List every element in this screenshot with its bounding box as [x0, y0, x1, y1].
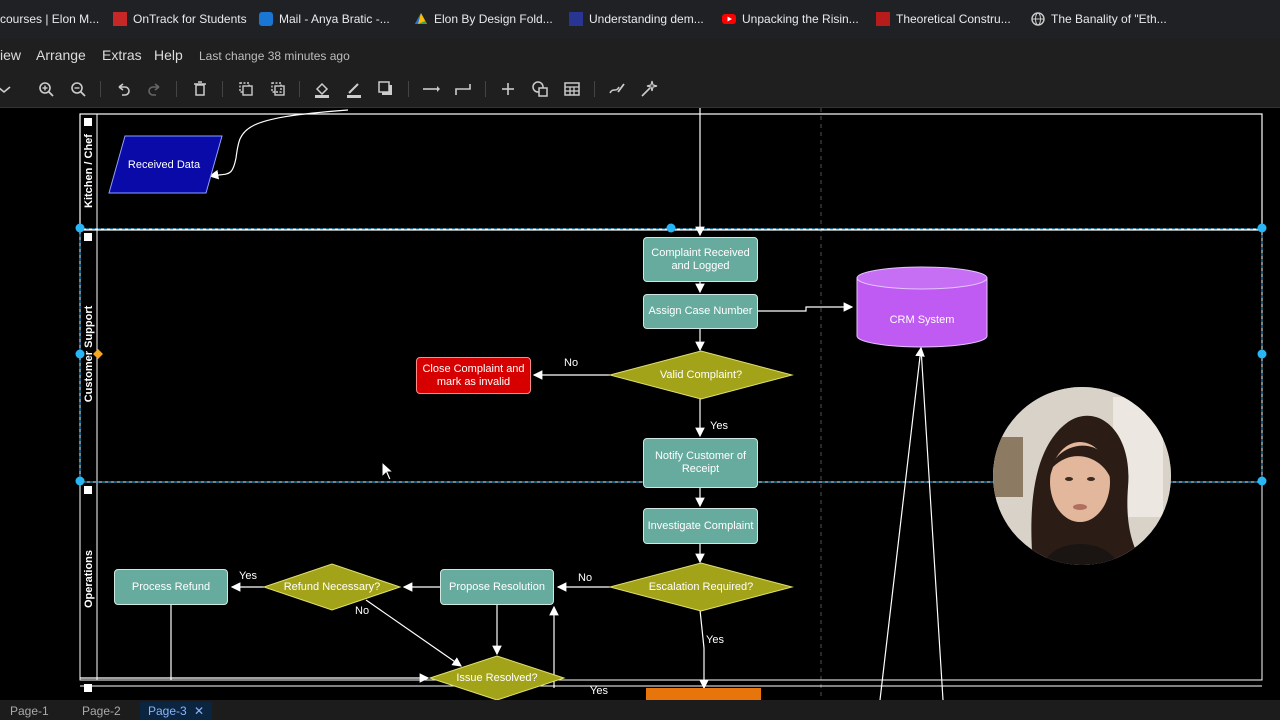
tab-page-1[interactable]: Page-1 [2, 702, 57, 720]
tab-page-2[interactable]: Page-2 [74, 702, 129, 720]
valid-label: Valid Complaint? [659, 368, 743, 381]
notify-node[interactable]: Notify Customer of Receipt [643, 438, 758, 488]
shadow-icon[interactable] [376, 79, 396, 99]
zoom-in-icon[interactable] [36, 79, 56, 99]
magic-icon[interactable] [639, 79, 659, 99]
webcam-overlay [993, 387, 1171, 565]
to-back-icon[interactable] [268, 79, 288, 99]
received-data-label: Received Data [127, 158, 201, 171]
toolbar-separator [222, 81, 223, 97]
bookmark-understanding[interactable]: Understanding dem... [569, 11, 704, 27]
toolbar [0, 71, 1280, 108]
bookmark-mail[interactable]: Mail - Anya Bratic -... [259, 11, 390, 27]
to-front-icon[interactable] [236, 79, 256, 99]
drive-icon [414, 12, 428, 26]
toolbar-separator [100, 81, 101, 97]
line-color-icon[interactable] [344, 79, 364, 99]
waypoints-icon[interactable] [453, 79, 473, 99]
globe-icon [1031, 12, 1045, 26]
edge-label-no: No [355, 605, 370, 617]
bookmark-ontrack[interactable]: OnTrack for Students [113, 11, 247, 27]
bookmark-unpacking[interactable]: Unpacking the Risin... [722, 11, 859, 27]
close-invalid-node[interactable]: Close Complaint and mark as invalid [416, 357, 531, 394]
toolbar-separator [299, 81, 300, 97]
menu-arrange[interactable]: Arrange [36, 47, 86, 63]
complaint-logged-node[interactable]: Complaint Received and Logged [643, 237, 758, 282]
assign-case-node[interactable]: Assign Case Number [643, 294, 758, 329]
edge-label-no: No [578, 572, 593, 584]
toolbar-separator [408, 81, 409, 97]
menu-help[interactable]: Help [154, 47, 183, 63]
outlook-icon [259, 12, 273, 26]
edge-label-yes: Yes [710, 420, 728, 432]
edge-label-yes: Yes [239, 570, 257, 582]
bookmark-elon-design[interactable]: Elon By Design Fold... [414, 11, 553, 27]
redo-icon[interactable] [145, 79, 165, 99]
delete-icon[interactable] [190, 79, 210, 99]
process-refund-node[interactable]: Process Refund [114, 569, 228, 605]
connection-icon[interactable] [421, 79, 441, 99]
bookmark-banality[interactable]: The Banality of "Eth... [1031, 11, 1167, 27]
close-icon[interactable]: ✕ [194, 704, 204, 718]
resolved-label: Issue Resolved? [456, 671, 538, 684]
toolbar-separator [176, 81, 177, 97]
library-icon [876, 12, 890, 26]
page-tabs-bar: Page-1 Page-2 Page-3 ✕ [0, 700, 1280, 720]
edge-label-yes: Yes [590, 685, 608, 697]
zoom-out-icon[interactable] [68, 79, 88, 99]
fill-color-icon[interactable] [312, 79, 332, 99]
bookmark-courses[interactable]: courses | Elon M... [0, 11, 99, 27]
tab-page-3[interactable]: Page-3 ✕ [140, 702, 213, 720]
menu-extras[interactable]: Extras [102, 47, 142, 63]
freehand-icon[interactable] [607, 79, 627, 99]
bookmark-theoretical[interactable]: Theoretical Constru... [876, 11, 1011, 27]
bookmarks-bar: courses | Elon M... OnTrack for Students… [0, 0, 1280, 39]
last-change-label: Last change 38 minutes ago [199, 49, 350, 63]
ontrack-icon [113, 12, 127, 26]
undo-icon[interactable] [113, 79, 133, 99]
presenter-image [993, 387, 1171, 565]
insert-icon[interactable] [498, 79, 518, 99]
escalation-label: Escalation Required? [648, 580, 754, 593]
crm-label: CRM System [889, 313, 955, 326]
propose-node[interactable]: Propose Resolution [440, 569, 554, 605]
menu-bar: iew Arrange Extras Help Last change 38 m… [0, 39, 1280, 71]
table-icon[interactable] [562, 79, 582, 99]
shapes-icon[interactable] [530, 79, 550, 99]
dropdown-icon[interactable] [0, 79, 14, 99]
menu-view[interactable]: iew [0, 47, 21, 63]
lane-title-kitchen: Kitchen / Chef [83, 134, 95, 208]
edge-label-yes: Yes [706, 634, 724, 646]
lane-title-operations: Operations [83, 549, 95, 609]
youtube-icon [722, 12, 736, 26]
lane-kitchen[interactable] [79, 113, 1263, 231]
toolbar-separator [485, 81, 486, 97]
edge-label-no: No [564, 357, 579, 369]
page-icon [569, 12, 583, 26]
investigate-node[interactable]: Investigate Complaint [643, 508, 758, 544]
toolbar-separator [594, 81, 595, 97]
mouse-cursor-icon [381, 461, 395, 481]
lane-title-support: Customer Support [83, 305, 95, 403]
refund-label: Refund Necessary? [283, 580, 381, 593]
